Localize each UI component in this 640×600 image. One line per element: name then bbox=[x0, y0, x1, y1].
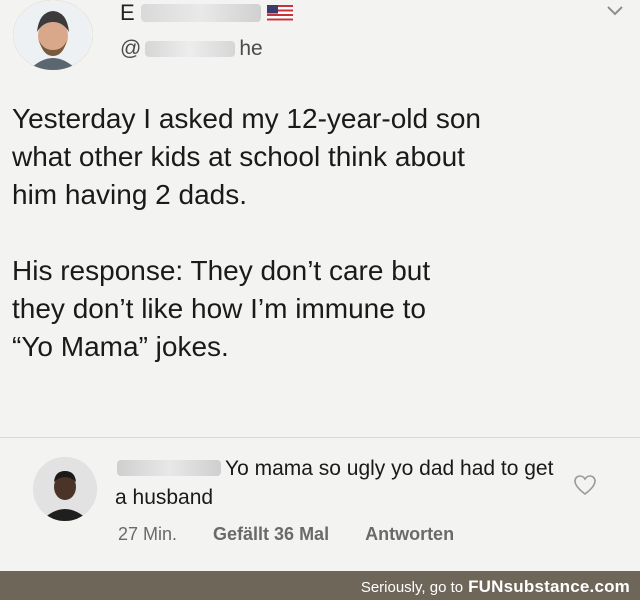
handle-prefix: @ bbox=[120, 37, 142, 60]
us-flag-icon bbox=[267, 5, 294, 21]
footer-text: Seriously, go to FUNsubstance.com bbox=[361, 577, 630, 597]
author-name-line[interactable]: E bbox=[120, 0, 294, 26]
comment-actions: 27 Min. Gefällt 36 Mal Antworten bbox=[118, 524, 454, 545]
tweet-body: Yesterday I asked my 12-year-old son wha… bbox=[12, 100, 628, 366]
handle-suffix: he bbox=[239, 37, 263, 60]
author-handle[interactable]: @ he bbox=[120, 37, 263, 61]
comment-bubble: Yo mama so ugly yo dad had to get a husb… bbox=[105, 450, 553, 516]
footer-prefix: Seriously, go to bbox=[360, 579, 464, 596]
commenter-avatar[interactable] bbox=[33, 457, 97, 521]
footer-site-logo: FUNsubstance.com bbox=[468, 577, 630, 596]
tweet-paragraph: Yesterday I asked my 12-year-old son wha… bbox=[12, 103, 481, 210]
heart-icon[interactable] bbox=[573, 474, 597, 496]
comment-text: Yo mama so ugly yo dad had to get a husb… bbox=[115, 457, 554, 509]
author-name-redaction bbox=[141, 4, 262, 22]
divider bbox=[0, 437, 640, 438]
author-avatar[interactable] bbox=[13, 0, 93, 70]
chevron-down-icon[interactable] bbox=[604, 0, 626, 22]
reply-link[interactable]: Antworten bbox=[365, 524, 454, 545]
comment-time: 27 Min. bbox=[118, 524, 178, 544]
author-name[interactable]: E bbox=[120, 0, 135, 26]
like-count-link[interactable]: Gefällt 36 Mal bbox=[213, 524, 329, 545]
handle-redaction bbox=[145, 41, 236, 57]
footer-watermark-bar: Seriously, go to FUNsubstance.com bbox=[0, 571, 640, 600]
post-header: E @ he bbox=[0, 0, 640, 90]
tweet-paragraph: His response: They don’t care but they d… bbox=[12, 255, 431, 362]
